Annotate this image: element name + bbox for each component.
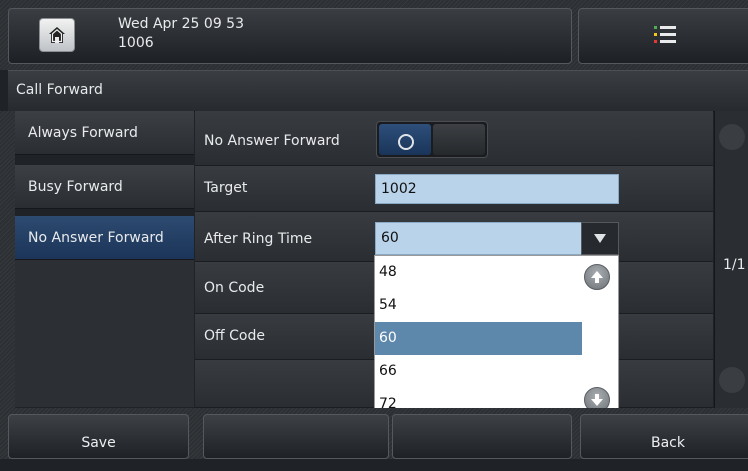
back-button[interactable]: Back: [580, 414, 748, 459]
sidebar-item-no-answer-forward[interactable]: No Answer Forward: [15, 216, 194, 260]
arrow-up-icon: [591, 271, 603, 283]
save-button[interactable]: Save: [8, 414, 189, 459]
dropdown-arrow-icon[interactable]: [581, 222, 619, 255]
toggle-off-circle-icon: [398, 134, 414, 150]
row-label: No Answer Forward: [204, 133, 340, 149]
row-label: On Code: [204, 280, 265, 296]
softkey-blank-1[interactable]: [203, 414, 389, 459]
page-up-icon[interactable]: [719, 124, 745, 150]
dropdown-option[interactable]: 66: [375, 355, 582, 388]
page-title: Call Forward: [16, 82, 103, 98]
dropdown-option[interactable]: 54: [375, 289, 582, 322]
scroll-up-button[interactable]: [584, 264, 610, 290]
home-button[interactable]: [39, 18, 75, 52]
dropdown-option[interactable]: 48: [375, 256, 582, 289]
left-edge: [0, 111, 15, 408]
sidebar-empty-area: [15, 260, 194, 407]
row-label: After Ring Time: [204, 231, 313, 247]
home-icon: [49, 27, 65, 43]
title-bar: Call Forward: [8, 70, 748, 112]
datetime-label: Wed Apr 25 09 53: [118, 16, 244, 32]
arrow-down-icon: [591, 394, 603, 406]
row-label: Target: [204, 180, 248, 196]
dropdown-option-selected[interactable]: 60: [375, 322, 582, 355]
ring-time-dropdown-list[interactable]: 48 54 60 66 72: [374, 255, 619, 422]
toggle-on-segment: [379, 124, 431, 155]
sidebar-item-busy-forward[interactable]: Busy Forward: [15, 165, 194, 209]
toggle-off-segment: [433, 124, 485, 155]
no-answer-forward-toggle[interactable]: [376, 121, 488, 158]
row-label: Off Code: [204, 328, 265, 344]
sidebar-item-always-forward[interactable]: Always Forward: [15, 111, 194, 155]
account-label: 1006: [118, 35, 154, 51]
status-bar: [0, 0, 748, 70]
softkey-blank-2[interactable]: [392, 414, 572, 459]
menu-list-icon[interactable]: [653, 24, 677, 46]
page-down-icon[interactable]: [719, 367, 745, 393]
target-input[interactable]: 1002: [375, 174, 619, 204]
status-panel: [8, 8, 572, 64]
page-indicator: 1/1: [723, 257, 746, 273]
